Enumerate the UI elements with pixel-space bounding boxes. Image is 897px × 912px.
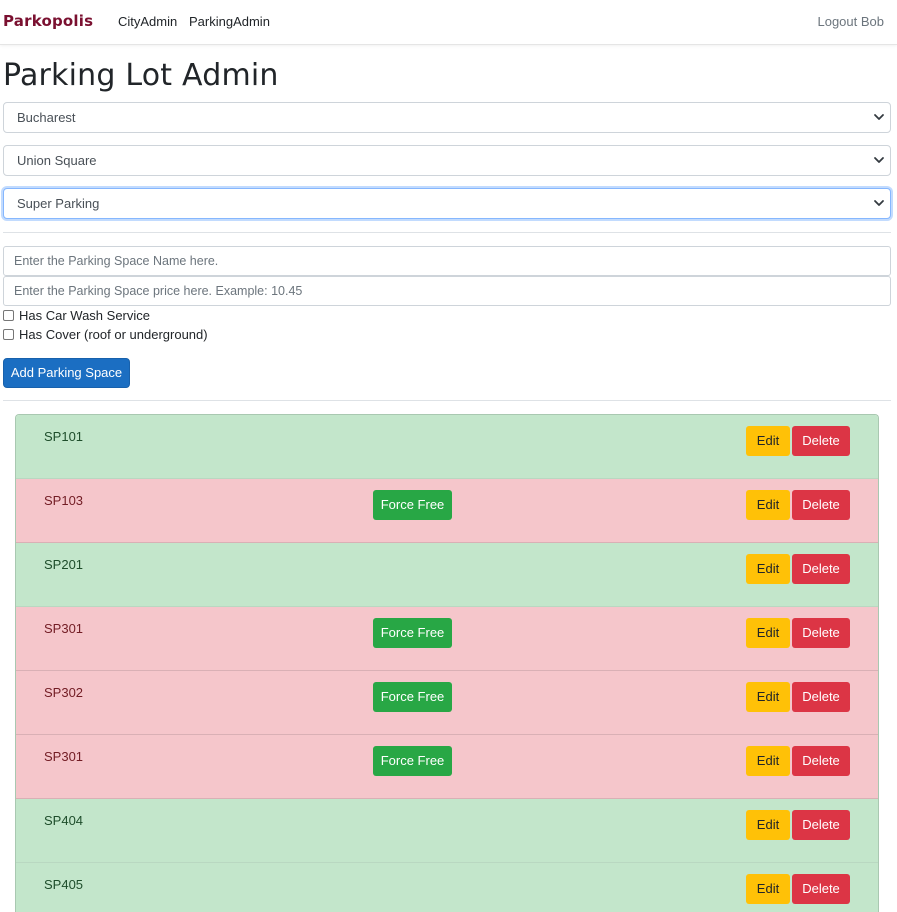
space-name: SP405 [44,877,84,892]
lot-select-value: Super Parking [17,196,100,211]
force-free-button[interactable]: Force Free [373,490,452,520]
add-parking-space-button[interactable]: Add Parking Space [3,358,130,388]
force-free-button[interactable]: Force Free [373,746,452,776]
edit-button[interactable]: Edit [746,682,790,712]
cover-label: Has Cover (roof or underground) [19,327,208,342]
logout-link[interactable]: Logout Bob [817,14,884,29]
city-select-value: Bucharest [17,110,76,125]
parking-space-list: SP101 Edit Delete SP103 Force Free Edit Delete… [15,414,879,912]
list-item: SP301 Force Free Edit Delete [16,735,878,799]
list-item: SP302 Force Free Edit Delete [16,671,878,735]
space-name: SP103 [44,493,84,508]
space-name: SP301 [44,749,84,764]
car-wash-label: Has Car Wash Service [19,308,150,323]
edit-button[interactable]: Edit [746,810,790,840]
space-name: SP404 [44,813,84,828]
list-item: SP201 Edit Delete [16,543,878,607]
brand-logo[interactable]: Parkopolis [3,12,93,30]
lot-select[interactable]: Super Parking [3,188,891,219]
space-name: SP101 [44,429,84,444]
edit-button[interactable]: Edit [746,426,790,456]
divider [3,400,891,401]
chevron-down-icon [874,157,884,163]
edit-button[interactable]: Edit [746,746,790,776]
delete-button[interactable]: Delete [792,618,850,648]
list-item: SP405 Edit Delete [16,863,878,912]
delete-button[interactable]: Delete [792,490,850,520]
navbar: Parkopolis CityAdmin ParkingAdmin Logout… [0,0,897,45]
list-item: SP404 Edit Delete [16,799,878,863]
force-free-button[interactable]: Force Free [373,618,452,648]
divider [3,232,891,233]
space-price-input[interactable] [3,276,891,306]
delete-button[interactable]: Delete [792,682,850,712]
space-name: SP201 [44,557,84,572]
delete-button[interactable]: Delete [792,426,850,456]
list-item: SP103 Force Free Edit Delete [16,479,878,543]
chevron-down-icon [874,114,884,120]
list-item: SP101 Edit Delete [16,415,878,479]
space-name: SP301 [44,621,84,636]
force-free-button[interactable]: Force Free [373,682,452,712]
area-select-value: Union Square [17,153,97,168]
nav-link-parkingadmin[interactable]: ParkingAdmin [189,14,270,29]
edit-button[interactable]: Edit [746,618,790,648]
area-select[interactable]: Union Square [3,145,891,176]
cover-checkbox[interactable] [3,329,14,340]
city-select[interactable]: Bucharest [3,102,891,133]
edit-button[interactable]: Edit [746,874,790,904]
car-wash-checkbox[interactable] [3,310,14,321]
space-name-input[interactable] [3,246,891,276]
chevron-down-icon [874,200,884,206]
delete-button[interactable]: Delete [792,810,850,840]
nav-link-cityadmin[interactable]: CityAdmin [118,14,177,29]
edit-button[interactable]: Edit [746,490,790,520]
delete-button[interactable]: Delete [792,554,850,584]
space-name: SP302 [44,685,84,700]
list-item: SP301 Force Free Edit Delete [16,607,878,671]
delete-button[interactable]: Delete [792,746,850,776]
edit-button[interactable]: Edit [746,554,790,584]
page-title: Parking Lot Admin [3,58,279,93]
delete-button[interactable]: Delete [792,874,850,904]
